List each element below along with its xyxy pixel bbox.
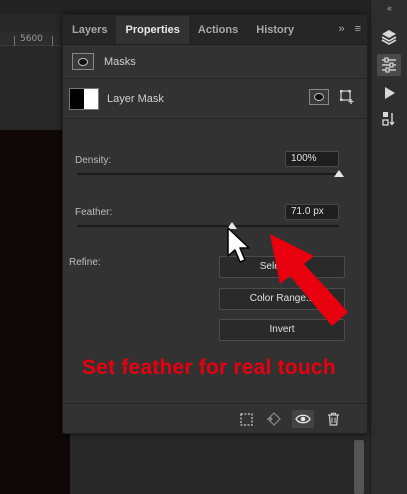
- apply-mask-button[interactable]: [263, 410, 285, 428]
- eye-icon: [295, 414, 311, 424]
- tab-history[interactable]: History: [247, 16, 303, 44]
- vertical-scrollbar[interactable]: [354, 440, 364, 494]
- layer-mask-row: Layer Mask: [63, 79, 367, 119]
- tab-properties[interactable]: Properties: [116, 16, 189, 44]
- horizontal-ruler: 5600: [0, 32, 70, 46]
- pixel-mask-icon: [314, 93, 324, 101]
- properties-panel-button[interactable]: [377, 54, 401, 76]
- load-selection-button[interactable]: [235, 410, 257, 428]
- ruler-label: 5600: [20, 34, 43, 44]
- mask-icon: [72, 53, 94, 70]
- masks-section-header: Masks: [63, 45, 367, 79]
- history-panel-button[interactable]: [377, 108, 401, 130]
- layer-mask-thumbnail[interactable]: [69, 87, 99, 110]
- tab-menu-controls: » ≡: [338, 23, 361, 35]
- feather-value-field[interactable]: 71.0 px: [285, 204, 339, 220]
- mouse-cursor-icon: [227, 227, 250, 263]
- mask-type-buttons: [309, 89, 355, 105]
- panel-menu-button[interactable]: ≡: [355, 23, 361, 35]
- tab-layers[interactable]: Layers: [63, 16, 116, 44]
- pixel-mask-button[interactable]: [309, 89, 329, 105]
- actions-panel-button[interactable]: [377, 82, 401, 104]
- ruler-tick: [14, 36, 15, 46]
- apply-mask-icon: [267, 412, 281, 426]
- tab-actions[interactable]: Actions: [189, 16, 247, 44]
- delete-mask-button[interactable]: [322, 410, 344, 428]
- section-title: Masks: [104, 55, 136, 68]
- refine-label: Refine:: [69, 257, 101, 268]
- toggle-mask-visibility-button[interactable]: [292, 410, 314, 428]
- feather-label: Feather:: [75, 207, 113, 218]
- density-value-field[interactable]: 100%: [285, 151, 339, 167]
- ruler-tick: [52, 36, 53, 46]
- sliders-icon: [382, 57, 396, 73]
- density-slider-thumb[interactable]: [334, 170, 344, 177]
- layers-panel-button[interactable]: [377, 26, 401, 48]
- red-arrow-annotation: [270, 234, 348, 326]
- dashed-selection-icon: [239, 412, 253, 426]
- density-label: Density:: [75, 155, 112, 166]
- right-icon-dock: «: [370, 0, 407, 494]
- document-canvas[interactable]: [0, 130, 70, 494]
- trash-icon: [327, 412, 339, 426]
- history-icon: [382, 112, 395, 126]
- panel-bottom-toolbar: [63, 403, 367, 433]
- panel-tab-bar: Layers Properties Actions History » ≡: [63, 15, 367, 45]
- vector-mask-add-icon[interactable]: [339, 89, 355, 105]
- annotation-caption: Set feather for real touch: [82, 356, 336, 379]
- layer-mask-label: Layer Mask: [107, 92, 164, 105]
- density-slider-track[interactable]: [77, 173, 339, 175]
- canvas-top-strip: [0, 0, 370, 14]
- play-icon: [385, 87, 395, 99]
- expand-panels-button[interactable]: »: [338, 23, 344, 35]
- layers-icon: [381, 30, 397, 45]
- dock-collapse-button[interactable]: «: [371, 3, 407, 13]
